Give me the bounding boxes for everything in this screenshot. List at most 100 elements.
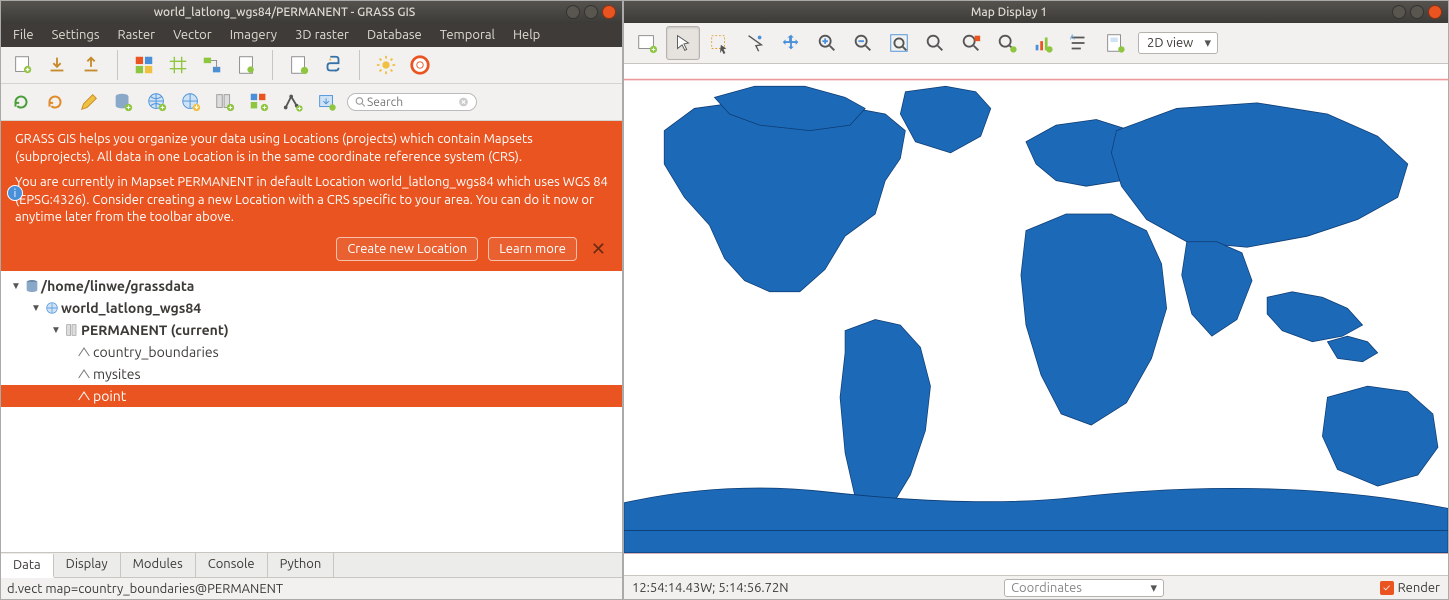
coordinates-readout: 12:54:14.43W; 5:14:56.72N [632,581,789,595]
minimize-button[interactable] [1392,5,1406,19]
render-toggle[interactable]: ✓ Render [1380,581,1440,595]
zoom-region-icon[interactable] [954,26,988,60]
overlay-icon[interactable]: A [1062,26,1096,60]
import-layer-icon[interactable] [311,86,343,118]
data-tree[interactable]: ▼ /home/linwe/grassdata ▼ world_latlong_… [1,271,622,552]
svg-text:A: A [1070,33,1075,41]
titlebar-left[interactable]: world_latlong_wgs84/PERMANENT - GRASS GI… [1,1,622,23]
tree-layer-1[interactable]: mysites [1,363,622,385]
info-icon: i [7,185,23,201]
menu-file[interactable]: File [5,26,42,44]
import-icon[interactable] [41,49,73,81]
tree-location[interactable]: ▼ world_latlong_wgs84 [1,297,622,319]
menu-3draster[interactable]: 3D raster [287,26,357,44]
search-input[interactable] [367,96,457,109]
minimize-button[interactable] [566,5,580,19]
learn-more-button[interactable]: Learn more [488,237,577,261]
status-text: d.vect map=country_boundaries@PERMANENT [7,582,283,596]
render-checkbox[interactable]: ✓ [1380,581,1394,595]
raster-add-icon[interactable] [243,86,275,118]
python-icon[interactable] [317,49,349,81]
menu-vector[interactable]: Vector [165,26,220,44]
tree-mapset-label: PERMANENT (current) [81,322,229,338]
zoom-out-icon[interactable] [846,26,880,60]
menu-help[interactable]: Help [505,26,548,44]
map-toolbar: A 2D view [624,23,1448,64]
database-add-icon[interactable] [107,86,139,118]
tab-console[interactable]: Console [196,553,268,577]
vector-layer-icon [75,366,93,382]
map-status-bar: 12:54:14.43W; 5:14:56.72N Coordinates ✓ … [624,575,1448,599]
window-title: world_latlong_wgs84/PERMANENT - GRASS GI… [7,6,562,19]
reload-green-icon[interactable] [5,86,37,118]
tab-data[interactable]: Data [1,554,54,578]
main-toolbar [1,47,622,84]
zoom-saved-icon[interactable] [990,26,1024,60]
reload-orange-icon[interactable] [39,86,71,118]
tree-layer-2-label: point [93,388,126,404]
menu-database[interactable]: Database [359,26,430,44]
maximize-button[interactable] [584,5,598,19]
menu-settings[interactable]: Settings [44,26,108,44]
titlebar-right[interactable]: Map Display 1 [624,1,1448,23]
vector-layer-icon [75,344,93,360]
mapset-add-icon[interactable] [209,86,241,118]
search-icon [354,95,367,109]
close-button[interactable] [1428,5,1442,19]
pointer-icon[interactable] [666,26,700,60]
edit-pencil-icon[interactable] [73,86,105,118]
info-panel: GRASS GIS helps you organize your data u… [1,121,622,271]
dismiss-info-icon[interactable]: ✕ [587,237,610,261]
data-toolbar [1,84,622,121]
georectify-icon[interactable] [162,49,194,81]
help-icon[interactable] [404,49,436,81]
tree-root-label: /home/linwe/grassdata [41,278,194,294]
maximize-button[interactable] [1410,5,1424,19]
tab-python[interactable]: Python [268,553,335,577]
map-display-window: Map Display 1 A 2D view [623,0,1449,600]
globe-add-icon[interactable] [141,86,173,118]
database-icon [23,278,41,294]
zoom-layer-icon[interactable] [918,26,952,60]
analyze-icon[interactable] [1026,26,1060,60]
save-display-icon[interactable] [1098,26,1132,60]
settings-gear-icon[interactable] [370,49,402,81]
new-display-icon[interactable] [7,49,39,81]
map-canvas[interactable] [624,64,1448,575]
mapset-icon [63,322,81,338]
render-map-icon[interactable] [630,26,664,60]
raster-calc-icon[interactable] [128,49,160,81]
menu-raster[interactable]: Raster [110,26,164,44]
tree-location-label: world_latlong_wgs84 [61,300,201,316]
tree-layer-0[interactable]: country_boundaries [1,341,622,363]
export-icon[interactable] [75,49,107,81]
zoom-in-icon[interactable] [810,26,844,60]
create-location-button[interactable]: Create new Location [336,237,478,261]
zoom-extent-icon[interactable] [882,26,916,60]
tree-root[interactable]: ▼ /home/linwe/grassdata [1,275,622,297]
vector-add-icon[interactable] [277,86,309,118]
render-label: Render [1398,581,1440,595]
status-mode-select[interactable]: Coordinates [1004,579,1164,597]
query-icon[interactable] [738,26,772,60]
grass-main-window: world_latlong_wgs84/PERMANENT - GRASS GI… [0,0,623,600]
menu-temporal[interactable]: Temporal [432,26,503,44]
clear-search-icon[interactable] [457,95,470,109]
pan-icon[interactable] [774,26,808,60]
search-box[interactable] [347,93,477,111]
globe-icon [43,300,61,316]
view-mode-select[interactable]: 2D view [1138,32,1218,54]
modeler-icon[interactable] [196,49,228,81]
composer-icon[interactable] [230,49,262,81]
menu-imagery[interactable]: Imagery [222,26,285,44]
close-button[interactable] [602,5,616,19]
select-icon[interactable] [702,26,736,60]
tab-display[interactable]: Display [54,553,121,577]
script-icon[interactable] [283,49,315,81]
tree-layer-2[interactable]: point [1,385,622,407]
tab-modules[interactable]: Modules [121,553,196,577]
bottom-tabs: Data Display Modules Console Python [1,552,622,577]
tree-mapset[interactable]: ▼ PERMANENT (current) [1,319,622,341]
globe-download-icon[interactable] [175,86,207,118]
info-text-1: GRASS GIS helps you organize your data u… [15,131,610,166]
